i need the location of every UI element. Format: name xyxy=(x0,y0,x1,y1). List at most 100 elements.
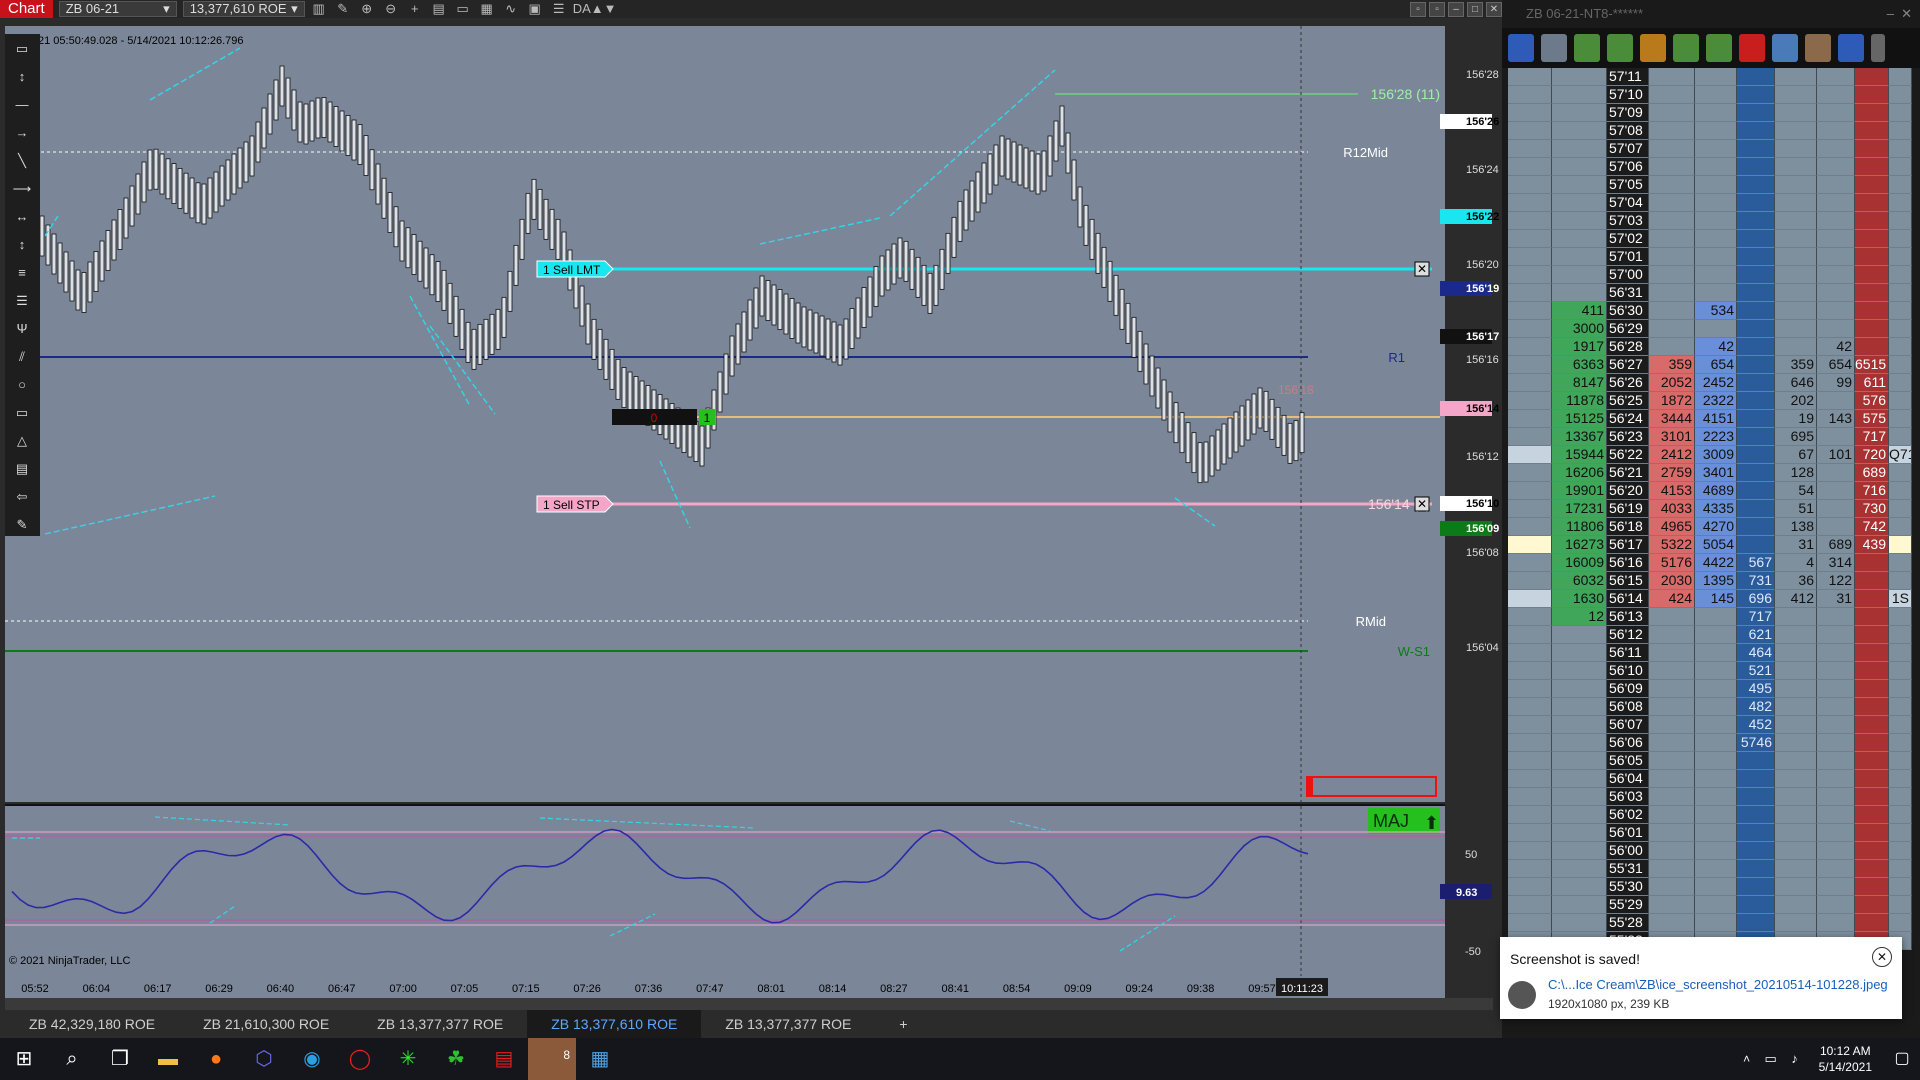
tooth-icon[interactable] xyxy=(1541,34,1567,62)
ladder-cell[interactable] xyxy=(1508,680,1552,698)
ladder-row[interactable]: 57'08 xyxy=(1508,122,1912,140)
ladder-cell[interactable] xyxy=(1508,464,1552,482)
ladder-cell[interactable] xyxy=(1889,878,1912,896)
ladder-cell[interactable] xyxy=(1889,500,1912,518)
ladder-row[interactable]: 57'06 xyxy=(1508,158,1912,176)
rectangle-icon[interactable]: ▭ xyxy=(9,400,35,426)
chevron-down-icon[interactable] xyxy=(1871,34,1885,62)
ladder-cell[interactable] xyxy=(1889,482,1912,500)
ladder-cell[interactable] xyxy=(1889,608,1912,626)
pencil-icon[interactable]: ✎ xyxy=(9,512,35,538)
instrument-select[interactable]: ZB 06-21 ▾ xyxy=(58,1,177,17)
ladder-row[interactable]: 57'05 xyxy=(1508,176,1912,194)
ladder-cell[interactable] xyxy=(1889,626,1912,644)
tab-chart-3[interactable]: ZB 13,377,377 ROE xyxy=(353,1010,527,1038)
ladder-cell[interactable] xyxy=(1889,374,1912,392)
ladder-cell[interactable] xyxy=(1889,860,1912,878)
network-icon[interactable]: ▭ xyxy=(1759,1038,1783,1080)
pencil-icon[interactable]: ✎ xyxy=(333,1,353,17)
turtle-icon[interactable]: ☘ xyxy=(432,1038,480,1080)
ladder-cell[interactable] xyxy=(1508,320,1552,338)
risk-reward-icon[interactable]: ↕ xyxy=(9,64,35,90)
tab-chart-2[interactable]: ZB 21,610,300 ROE xyxy=(179,1010,353,1038)
ladder-cell[interactable] xyxy=(1508,644,1552,662)
ladder-cell[interactable] xyxy=(1889,554,1912,572)
tab-chart-4[interactable]: ZB 13,377,610 ROE xyxy=(527,1010,702,1038)
app-hex-icon[interactable]: ⬡ xyxy=(240,1038,288,1080)
minimize-icon[interactable]: – xyxy=(1448,1,1464,17)
ladder-cell[interactable] xyxy=(1508,230,1552,248)
bar-type-select[interactable]: 13,377,610 ROE ▾ xyxy=(182,1,305,17)
position-marker[interactable]: 0 1 xyxy=(612,409,715,425)
ladder-cell[interactable] xyxy=(1889,716,1912,734)
tile-icon[interactable]: ▫ xyxy=(1429,1,1445,17)
browser-icon[interactable]: ◉ xyxy=(288,1038,336,1080)
ladder-cell[interactable] xyxy=(1889,662,1912,680)
ladder-cell[interactable] xyxy=(1889,266,1912,284)
horizontal-line-icon[interactable]: ↔ xyxy=(9,204,35,230)
ladder-cell[interactable] xyxy=(1508,374,1552,392)
ladder-cell[interactable] xyxy=(1889,518,1912,536)
alert-icon[interactable] xyxy=(1739,34,1765,62)
ladder-row[interactable]: 57'10 xyxy=(1508,86,1912,104)
ladder-cell[interactable] xyxy=(1508,842,1552,860)
ladder-cell[interactable] xyxy=(1508,896,1552,914)
ladder-cell[interactable] xyxy=(1508,410,1552,428)
export-icon[interactable] xyxy=(1673,34,1699,62)
ladder-cell[interactable] xyxy=(1889,86,1912,104)
ladder-cell[interactable]: 1S xyxy=(1889,590,1912,608)
ladder-row[interactable]: 56'12 621 xyxy=(1508,626,1912,644)
ladder-row[interactable]: 56'09 495 xyxy=(1508,680,1912,698)
ellipse-icon[interactable]: ○ xyxy=(9,372,35,398)
ladder-cell[interactable] xyxy=(1889,248,1912,266)
ladder-row[interactable]: 57'07 xyxy=(1508,140,1912,158)
clock[interactable]: 10:12 AM 5/14/2021 xyxy=(1819,1043,1872,1075)
ladder-icon[interactable] xyxy=(1508,34,1534,62)
bars-icon[interactable]: ▥ xyxy=(309,1,329,17)
line-icon[interactable]: — xyxy=(9,92,35,118)
list-icon[interactable]: ☰ xyxy=(549,1,569,17)
document-icon[interactable] xyxy=(1772,34,1798,62)
ladder-cell[interactable] xyxy=(1508,698,1552,716)
ladder-row[interactable]: 55'31 xyxy=(1508,860,1912,878)
horizontal-scrollbar[interactable] xyxy=(5,998,1493,1010)
ladder-cell[interactable] xyxy=(1508,302,1552,320)
ladder-row[interactable]: 56'04 xyxy=(1508,770,1912,788)
ladder-cell[interactable] xyxy=(1508,608,1552,626)
ladder-row[interactable]: 13367 56'23 3101 2223 695 717 xyxy=(1508,428,1912,446)
properties-icon[interactable]: ▤ xyxy=(429,1,449,17)
ladder-cell[interactable]: Q717 xyxy=(1889,446,1912,464)
ladder-cell[interactable] xyxy=(1508,284,1552,302)
ladder-cell[interactable] xyxy=(1889,68,1912,86)
ladder-row[interactable]: 57'01 xyxy=(1508,248,1912,266)
ladder-cell[interactable] xyxy=(1508,752,1552,770)
arrow-icon[interactable]: ⇦ xyxy=(9,484,35,510)
ladder-cell[interactable] xyxy=(1889,176,1912,194)
ladder-cell[interactable] xyxy=(1508,266,1552,284)
ladder-cell[interactable] xyxy=(1889,230,1912,248)
ladder-cell[interactable] xyxy=(1508,194,1552,212)
ladder-row[interactable]: 1917 56'28 42 42 xyxy=(1508,338,1912,356)
arrow-line-icon[interactable]: ⟶ xyxy=(9,176,35,202)
ladder-cell[interactable] xyxy=(1508,590,1552,608)
notification-icon[interactable]: ▢ xyxy=(1884,1038,1920,1080)
ladder-cell[interactable] xyxy=(1889,644,1912,662)
close-icon[interactable]: ✕ xyxy=(1486,1,1502,17)
ladder-row[interactable]: 56'08 482 xyxy=(1508,698,1912,716)
ladder-cell[interactable] xyxy=(1508,104,1552,122)
ladder-cell[interactable] xyxy=(1508,536,1552,554)
ladder-row[interactable]: 56'01 xyxy=(1508,824,1912,842)
zoom-in-icon[interactable]: ⊕ xyxy=(357,1,377,17)
ladder-cell[interactable] xyxy=(1508,500,1552,518)
chart-canvas[interactable]: R12Mid R1 RMid W-S1 156'28 (11) 156'14 (… xyxy=(0,26,1502,1026)
templates-icon[interactable]: ▭ xyxy=(453,1,473,17)
ladder-row[interactable]: 17231 56'19 4033 4335 51 730 xyxy=(1508,500,1912,518)
ladder-cell[interactable] xyxy=(1508,428,1552,446)
tab-chart-5[interactable]: ZB 13,377,377 ROE xyxy=(701,1010,875,1038)
ladder-row[interactable]: 16009 56'16 5176 4422 567 4 314 xyxy=(1508,554,1912,572)
price-ladder[interactable]: 57'11 57'10 57'09 57'08 57'07 57'06 57'05 57'04… xyxy=(1508,68,1912,950)
ladder-cell[interactable] xyxy=(1508,788,1552,806)
ladder-cell[interactable] xyxy=(1889,320,1912,338)
ladder-cell[interactable] xyxy=(1508,554,1552,572)
ladder-cell[interactable] xyxy=(1508,392,1552,410)
